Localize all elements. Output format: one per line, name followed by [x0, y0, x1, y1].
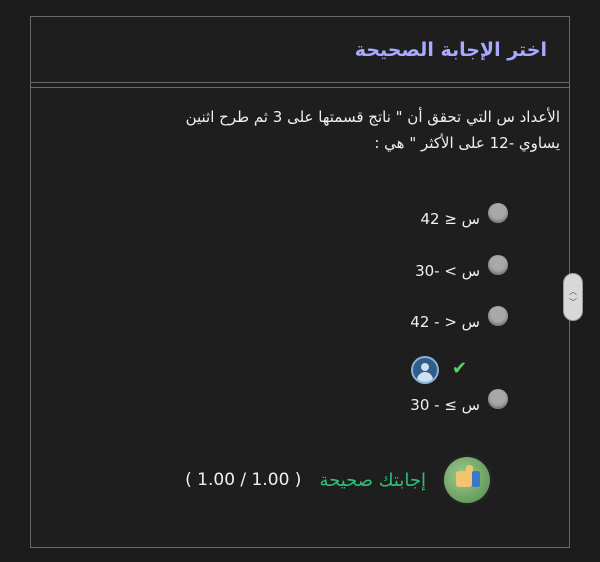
option-2[interactable]: س > -30 — [415, 255, 508, 280]
check-icon: ✔ — [452, 358, 468, 379]
option-label: س ≤ 42 — [420, 210, 480, 228]
option-label: س > -30 — [415, 262, 480, 280]
user-icon — [411, 356, 439, 384]
option-label: س ≥ - 30 — [410, 396, 480, 414]
question-line-1: الأعداد س التي تحقق أن " ناتج قسمتها على… — [185, 108, 560, 126]
option-label: س < - 42 — [410, 313, 480, 331]
option-1[interactable]: س ≤ 42 — [420, 203, 508, 228]
option-4[interactable]: س ≥ - 30 — [410, 389, 508, 414]
radio-button[interactable] — [488, 306, 508, 326]
option-3[interactable]: س < - 42 — [410, 306, 508, 331]
scroll-control[interactable]: ︿ ﹀ — [563, 273, 583, 321]
radio-button[interactable] — [488, 389, 508, 409]
question-line-2: يساوي -12 على الأكثر " هي : — [374, 134, 560, 152]
chevron-down-icon[interactable]: ﹀ — [569, 297, 577, 308]
thumbs-up-icon — [444, 457, 490, 503]
feedback-row: إجابتك صحيحة ( 1.00 / 1.00 ) — [128, 457, 490, 503]
chevron-up-icon[interactable]: ︿ — [569, 286, 577, 297]
radio-button[interactable] — [488, 255, 508, 275]
panel-header: اختر الإجابة الصحيحة — [31, 17, 569, 83]
header-divider — [31, 83, 569, 88]
radio-button[interactable] — [488, 203, 508, 223]
score-text: ( 1.00 / 1.00 ) — [185, 470, 302, 490]
feedback-text: إجابتك صحيحة — [319, 469, 426, 491]
page-title: اختر الإجابة الصحيحة — [354, 38, 547, 61]
question-text: الأعداد س التي تحقق أن " ناتج قسمتها على… — [120, 104, 560, 156]
